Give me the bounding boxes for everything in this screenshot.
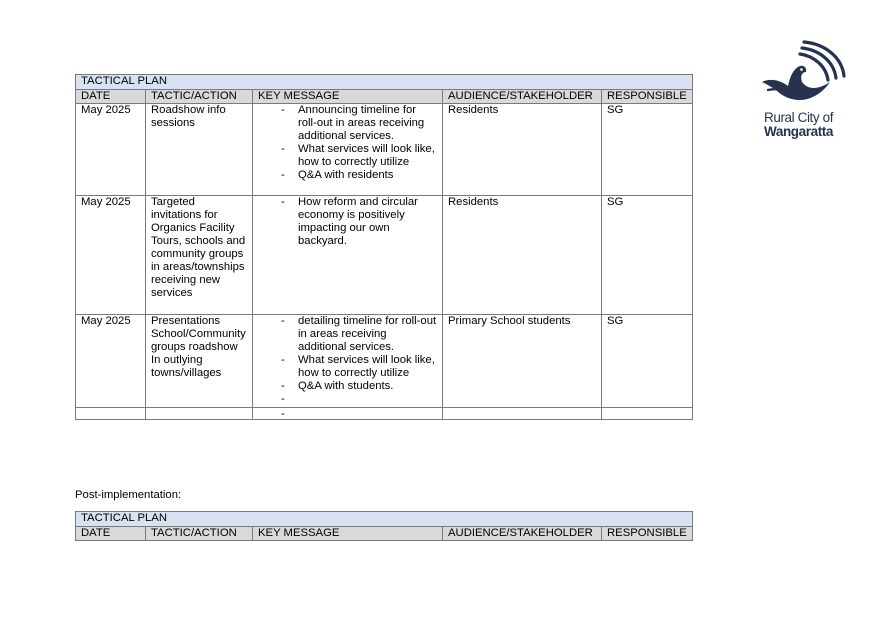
cell-tactic: Presentations School/Community groups ro…: [145, 314, 253, 408]
message-item: Q&A with students.: [281, 380, 437, 393]
post-implementation-label: Post-implementation:: [75, 489, 182, 501]
cell-tactic: Targeted invitations for Organics Facili…: [145, 195, 253, 315]
col-header-key-message: KEY MESSAGE: [252, 89, 443, 104]
cell-audience: [442, 407, 602, 420]
cell-responsible: SG: [601, 103, 693, 196]
cell-responsible: SG: [601, 195, 693, 315]
col-header-key-message: KEY MESSAGE: [252, 526, 443, 541]
cell-tactic: [145, 407, 253, 420]
col-header-date: DATE: [75, 89, 146, 104]
message-item: Announcing timeline for roll-out in area…: [281, 105, 437, 144]
cell-date: May 2025: [75, 314, 146, 408]
table-header-row: DATE TACTIC/ACTION KEY MESSAGE AUDIENCE/…: [75, 526, 693, 541]
col-header-responsible: RESPONSIBLE: [601, 526, 693, 541]
cell-key-message: How reform and circular economy is posit…: [252, 195, 443, 315]
table-header-row: DATE TACTIC/ACTION KEY MESSAGE AUDIENCE/…: [75, 89, 693, 104]
cell-responsible: [601, 407, 693, 420]
bird-emblem-icon: [762, 40, 846, 100]
table-row: May 2025 Roadshow info sessions Announci…: [75, 103, 693, 196]
cell-date: [75, 407, 146, 420]
council-logo: Rural City of Wangaratta: [756, 38, 848, 139]
table-row: [75, 407, 693, 420]
cell-key-message: [252, 407, 443, 420]
logo-line-2: Wangaratta: [764, 124, 834, 139]
table-row: May 2025 Presentations School/Community …: [75, 314, 693, 408]
post-implementation-table: TACTICAL PLAN DATE TACTIC/ACTION KEY MES…: [75, 511, 693, 541]
table-title-row: TACTICAL PLAN: [75, 511, 693, 527]
table-row: May 2025 Targeted invitations for Organi…: [75, 195, 693, 315]
message-item: What services will look like, how to cor…: [281, 354, 437, 380]
message-item: What services will look like, how to cor…: [281, 143, 437, 169]
table-title-row: TACTICAL PLAN: [75, 74, 693, 90]
cell-key-message: Announcing timeline for roll-out in area…: [252, 103, 443, 196]
cell-audience: Residents: [442, 103, 602, 196]
cell-audience: Primary School students: [442, 314, 602, 408]
logo-line-1: Rural City of: [764, 110, 834, 125]
table-title: TACTICAL PLAN: [75, 74, 693, 90]
col-header-tactic: TACTIC/ACTION: [145, 89, 253, 104]
message-item: detailing timeline for roll-out in areas…: [281, 316, 437, 355]
col-header-tactic: TACTIC/ACTION: [145, 526, 253, 541]
col-header-date: DATE: [75, 526, 146, 541]
col-header-audience: AUDIENCE/STAKEHOLDER: [442, 526, 602, 541]
tactical-plan-table: TACTICAL PLAN DATE TACTIC/ACTION KEY MES…: [75, 74, 693, 420]
table-title: TACTICAL PLAN: [75, 511, 693, 527]
col-header-audience: AUDIENCE/STAKEHOLDER: [442, 89, 602, 104]
col-header-responsible: RESPONSIBLE: [601, 89, 693, 104]
message-item: How reform and circular economy is posit…: [281, 197, 437, 249]
cell-tactic: Roadshow info sessions: [145, 103, 253, 196]
cell-date: May 2025: [75, 195, 146, 315]
cell-key-message: detailing timeline for roll-out in areas…: [252, 314, 443, 408]
cell-audience: Residents: [442, 195, 602, 315]
cell-responsible: SG: [601, 314, 693, 408]
message-item: Q&A with residents: [281, 169, 437, 182]
cell-date: May 2025: [75, 103, 146, 196]
